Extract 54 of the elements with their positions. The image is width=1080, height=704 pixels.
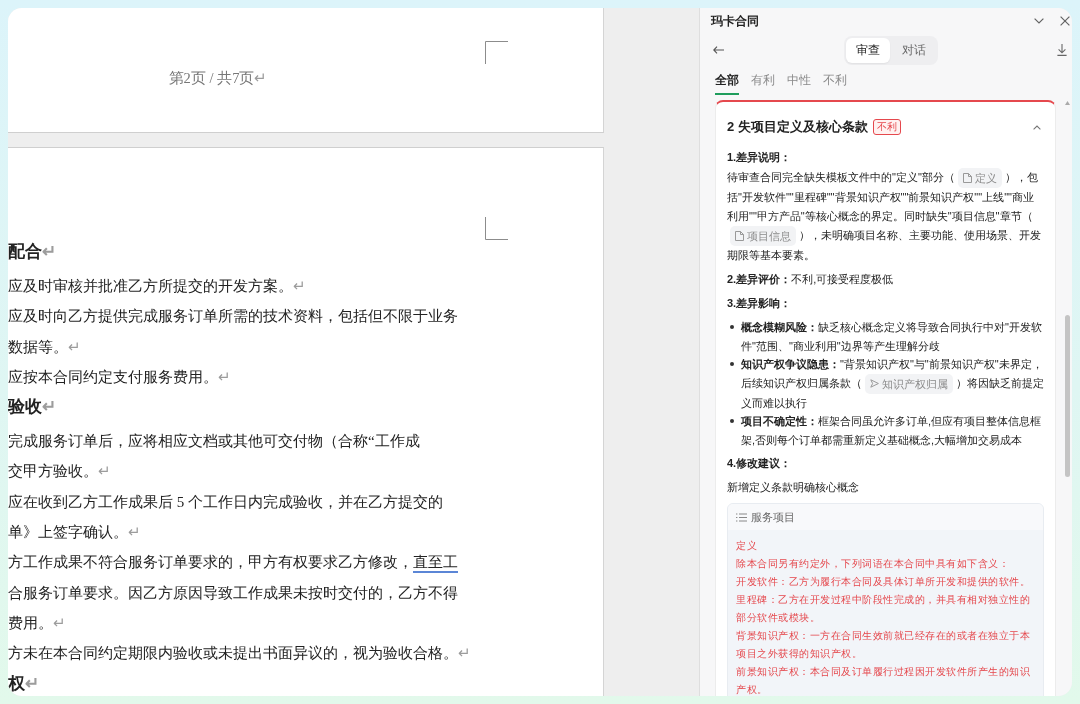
paragraph-text: 应按本合同约定支付服务费用。↵ xyxy=(8,367,231,387)
scrollbar-thumb[interactable] xyxy=(1065,315,1070,477)
body-text: 2.差异评价：不利,可接受程度极低 xyxy=(727,272,895,288)
bullet-icon xyxy=(730,362,734,367)
paragraph-text: 方工作成果不符合服务订单要求的，甲方有权要求乙方修改，直至工 合服务订单要求。因乙方原因导致工作成果未按时交付的，乙方不得 费用。↵ xyxy=(8,553,458,633)
filter-tab[interactable]: 全部 xyxy=(715,72,739,95)
impact-text: 项目不确定性：框架合同虽允许多订单,但应有项目整体信息框架,否则每个订单都需重新定义基础概念,大幅增加交易成本 xyxy=(741,414,1043,448)
section-label: 4.修改建议： xyxy=(727,456,793,472)
risk-tag: 不利 xyxy=(872,119,901,135)
impact-text: 概念模糊风险：缺乏核心概念定义将导致合同执行中对"开发软件"范围、"商业利用"边界等产生理解分歧 xyxy=(741,320,1043,354)
clause-text: 里程碑：乙方在开发过程中阶段性完成的，并具有相对独立性的部分软件或模块。 xyxy=(736,593,1031,626)
section-label: 1.差异说明： xyxy=(727,150,793,165)
page-number-text: 第2页 / 共7页↵ xyxy=(168,70,268,86)
box-title: 服务项目 xyxy=(751,509,795,525)
bullet-icon xyxy=(730,325,734,330)
clause-text: 前景知识产权：本合同及订单履行过程因开发软件所产生的知识产权。 xyxy=(736,665,1031,696)
filter-tab[interactable]: 不利 xyxy=(823,72,847,95)
paragraph-text: 应在收到乙方工作成果后 5 个工作日内完成验收，并在乙方提交的 单》上签字确认。↵ xyxy=(8,492,443,543)
panel-title: 玛卡合同 xyxy=(711,13,759,29)
bullet-icon xyxy=(730,419,734,424)
paragraph-text: 应及时审核并批准乙方所提交的开发方案。↵ xyxy=(8,277,306,296)
back-arrow-icon[interactable] xyxy=(713,46,724,54)
corner-mark-icon xyxy=(485,41,508,64)
paragraph-text: 完成服务订单后，应将相应文档或其他可交付物（合称“工作成 交甲方验收。↵ xyxy=(8,432,420,482)
issue-title: 2 失项目定义及核心条款 xyxy=(727,118,868,136)
view-tab[interactable]: 对话 xyxy=(891,37,936,63)
clause-text: 定义 xyxy=(736,539,758,554)
filter-tab[interactable]: 中性 xyxy=(787,72,811,95)
corner-mark-icon xyxy=(485,217,508,240)
description-text: 待审查合同完全缺失模板文件中的"定义"部分（ 定义 ），包括"开发软件""里程碑""背景知识产权""前景知识产权""上线""商业利用""甲方产品"等核心概念的界定。同时缺失"项目信息"章节（ 项目信息 ），未明确项目名称、主要功能、使用场景、开发期限等基本要素。 xyxy=(727,168,1044,266)
reference-chip[interactable]: 项目信息 xyxy=(730,226,796,247)
filter-tab[interactable]: 有利 xyxy=(751,72,775,95)
clause-text: 除本合同另有约定外，下列词语在本合同中具有如下含义： xyxy=(736,557,1010,572)
section-heading: 验收↵ xyxy=(8,396,56,419)
reference-chip[interactable]: 定义 xyxy=(957,168,1002,189)
document-icon xyxy=(962,173,972,184)
section-heading: 权↵ xyxy=(8,672,39,695)
view-tab[interactable]: 审查 xyxy=(845,37,890,63)
clause-text: 开发软件：乙方为履行本合同及具体订单所开发和提供的软件。 xyxy=(736,575,1031,590)
chevron-up-icon[interactable] xyxy=(1033,124,1041,130)
section-heading: 配合↵ xyxy=(8,241,56,263)
body-text: 新增定义条款明确核心概念 xyxy=(727,480,860,496)
section-label: 3.差异影响： xyxy=(727,296,793,312)
reference-chip[interactable]: 知识产权归属 xyxy=(865,373,953,394)
paragraph-text: 方未在本合同约定期限内验收或未提出书面异议的，视为验收合格。↵ xyxy=(8,644,471,664)
triangle-icon xyxy=(870,379,879,389)
clause-text: 背景知识产权：一方在合同生效前就已经存在的或者在独立于本项目之外获得的知识产权。 xyxy=(736,629,1031,662)
impact-text: 知识产权争议隐患："背景知识产权"与"前景知识产权"未界定，后续知识产权归属条款（ 知识产权归属 ）将因缺乏前提定义而难以执行 xyxy=(741,357,1044,411)
close-icon[interactable] xyxy=(1060,16,1070,26)
chevron-down-icon[interactable] xyxy=(1034,18,1044,24)
list-icon xyxy=(736,512,747,522)
document-icon xyxy=(735,231,744,242)
paragraph-text: 应及时向乙方提供完成服务订单所需的技术资料，包括但不限于业务 数据等。↵ xyxy=(8,307,458,357)
download-icon[interactable] xyxy=(1057,44,1067,56)
